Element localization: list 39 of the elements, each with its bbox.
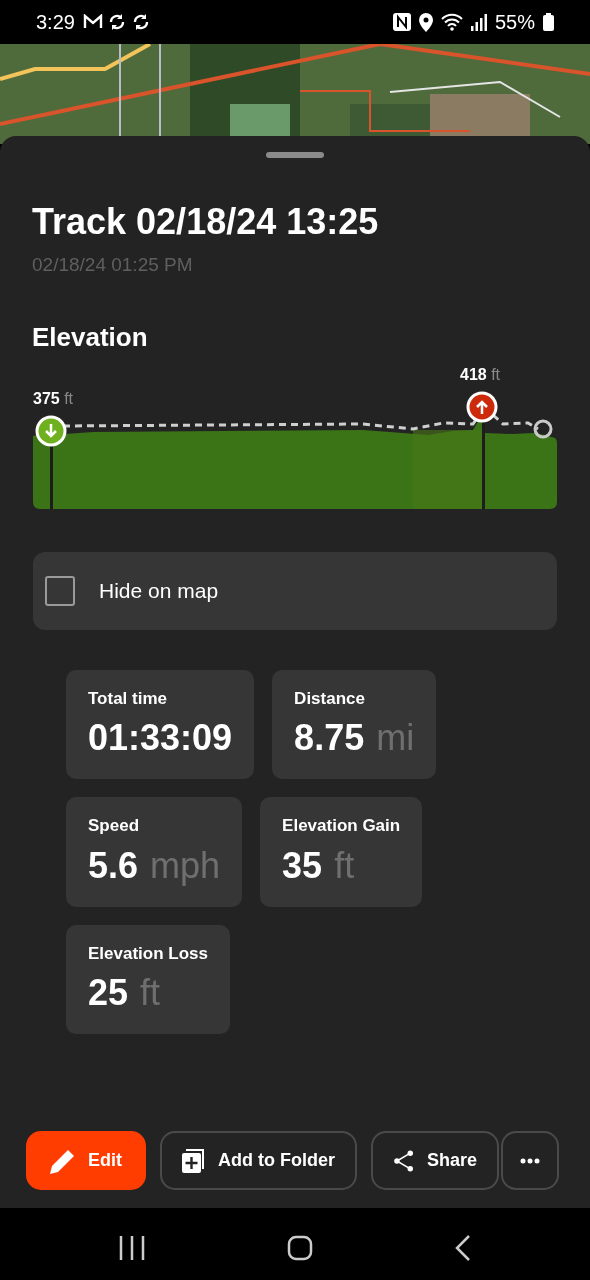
battery-icon [543,13,554,31]
edit-button[interactable]: Edit [26,1131,146,1190]
share-button[interactable]: Share [371,1131,499,1190]
track-date: 02/18/24 01:25 PM [32,253,194,278]
start-marker-icon [35,415,67,447]
stat-value: 8.75 mi [294,716,415,761]
wifi-icon [440,13,463,31]
more-button[interactable] [501,1131,559,1190]
location-pin-icon [418,12,433,32]
add-to-folder-button[interactable]: Add to Folder [160,1131,357,1190]
back-icon[interactable] [455,1235,471,1261]
add-folder-icon [182,1148,206,1173]
stat-label: Total time [88,687,169,710]
signal-icon [470,13,487,31]
stat-value: 01:33:09 [88,716,233,761]
end-marker-icon [533,419,553,439]
elevation-label: 418 ft [460,364,501,385]
drag-handle[interactable] [266,152,324,158]
pencil-icon [50,1147,76,1174]
recent-apps-icon[interactable] [119,1236,145,1260]
high-point-marker-icon [466,391,498,423]
stat-label: Distance [294,687,366,710]
stat-value: 25 ft [88,971,162,1016]
clock-time: 3:29 [36,10,75,35]
track-title: Track 02/18/24 13:25 [32,200,380,244]
nfc-icon [392,13,411,31]
home-icon[interactable] [287,1235,313,1261]
stat-label: Elevation Gain [282,815,401,838]
section-heading: Elevation [32,320,149,354]
more-icon [520,1157,540,1164]
stat-label: Elevation Loss [88,942,208,965]
checkbox[interactable] [45,575,75,606]
hide-on-map-toggle[interactable]: Hide on map [33,551,557,630]
stat-value: 5.6 mph [88,843,221,888]
elevation-label: 375 ft [33,388,74,409]
stat-label: Speed [88,815,141,838]
mail-icon [82,14,103,30]
battery-percent: 55% [494,10,535,35]
stat-value: 35 ft [282,843,356,888]
